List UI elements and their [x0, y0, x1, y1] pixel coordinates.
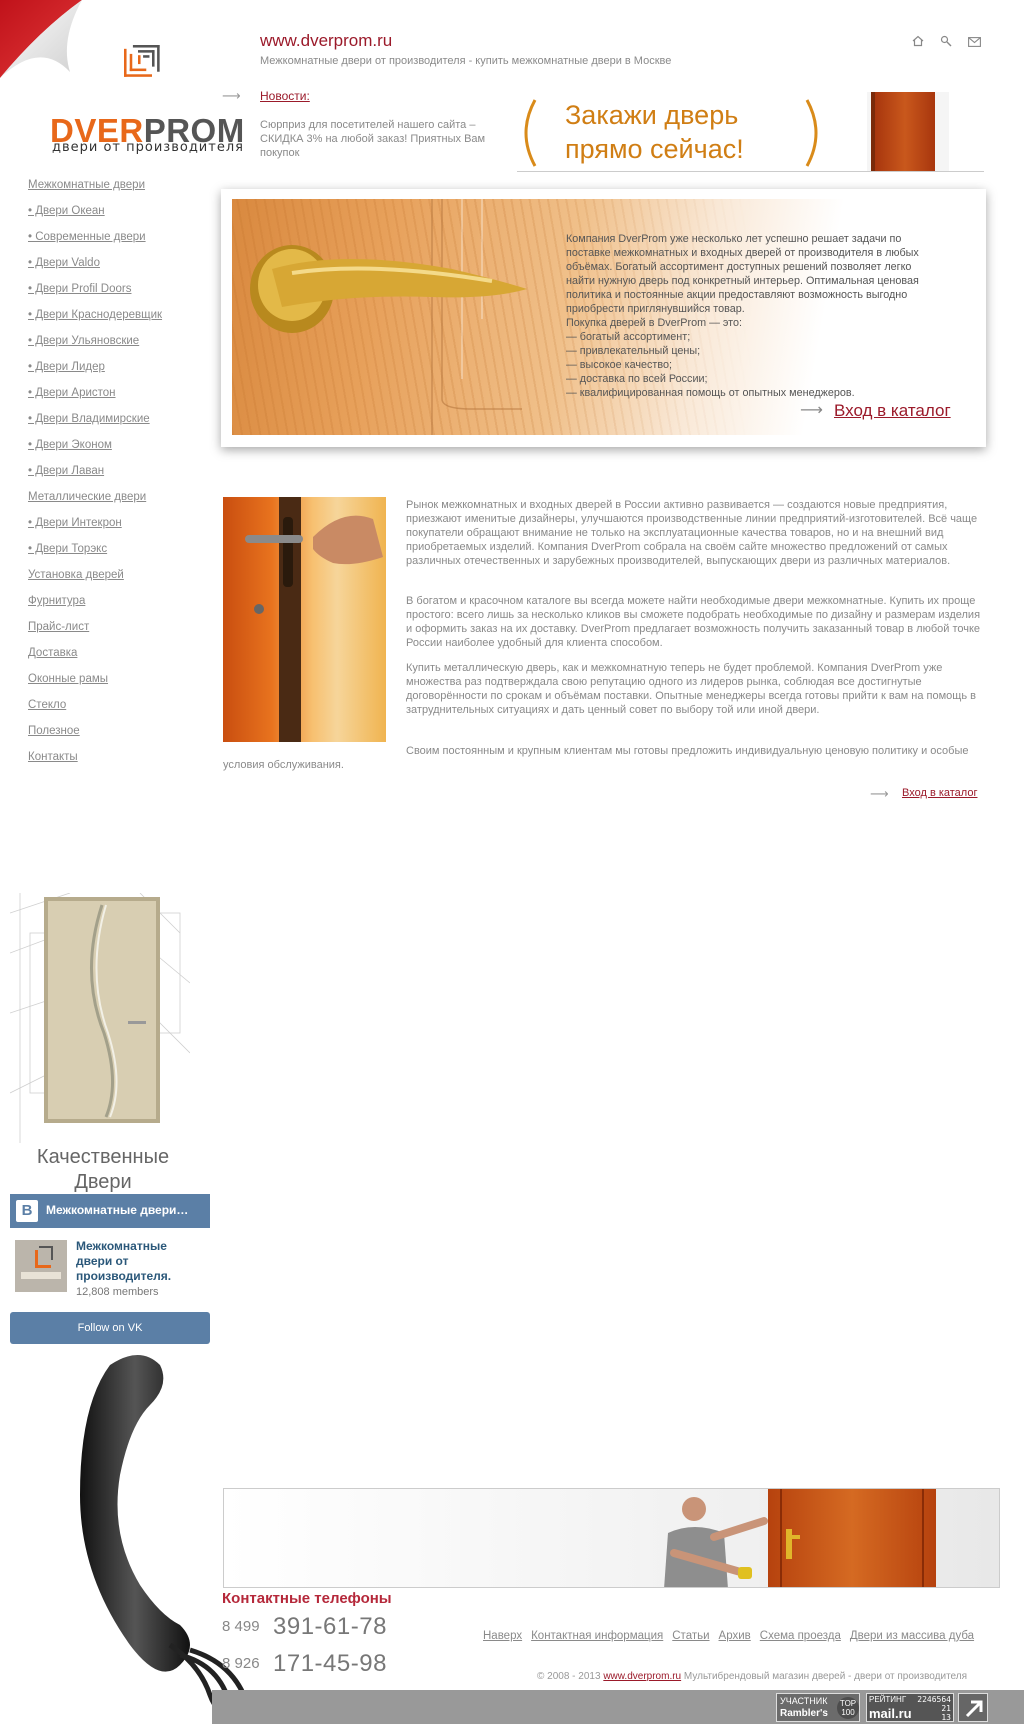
news-text: Сюрприз для посетителей нашего сайта – С… [260, 119, 486, 159]
left-nav-item[interactable]: Фурнитура [28, 592, 162, 618]
site-tagline: Межкомнатные двери от производителя - ку… [260, 55, 672, 67]
left-nav: Межкомнатные двери • Двери Океан • Совре… [28, 176, 162, 774]
door-image [867, 92, 949, 171]
door-hand-image [223, 497, 386, 742]
left-nav-item[interactable]: Металлические двери [28, 488, 162, 514]
article-paragraph-3: Купить металлическую дверь, как и межком… [406, 662, 976, 716]
catalog-link-article[interactable]: Вход в каталог [902, 787, 977, 799]
article-paragraph-2: В богатом и красочном каталоге вы всегда… [406, 595, 981, 649]
article-paragraph-1: Рынок межкомнатных и входных дверей в Ро… [406, 499, 978, 567]
left-nav-item[interactable]: • Двери Лаван [28, 462, 162, 488]
rambler-counter[interactable]: УЧАСТНИК Rambler's TOP 100 [776, 1693, 860, 1722]
left-nav-item[interactable]: • Двери Торэкс [28, 540, 162, 566]
left-nav-item[interactable]: • Современные двери [28, 228, 162, 254]
order-door-banner[interactable]: Закажи дверь прямо сейчас! [517, 92, 984, 172]
left-nav-item[interactable]: • Двери Эконом [28, 436, 162, 462]
site-url[interactable]: www.dverprom.ru [260, 31, 392, 51]
catalog-link-hero[interactable]: Вход в каталог [834, 401, 951, 421]
footer-link-contacts[interactable]: Контактная информация [531, 1630, 663, 1642]
copyright-link[interactable]: www.dverprom.ru [603, 1671, 681, 1682]
left-nav-item[interactable]: • Двери Profil Doors [28, 280, 162, 306]
footer-link-archive[interactable]: Архив [719, 1630, 751, 1642]
hero-description: Компания DverProm уже несколько лет успе… [566, 233, 919, 399]
left-nav-item[interactable]: Прайс-лист [28, 618, 162, 644]
vk-logo-icon: В [16, 1200, 38, 1222]
vk-widget: В Межкомнатные двери… Межкомнатные двери… [10, 1194, 210, 1344]
left-nav-item[interactable]: • Двери Краснодеревщик [28, 306, 162, 332]
footer-links: Наверх Контактная информация Статьи Архи… [483, 1630, 974, 1642]
left-nav-item[interactable]: Доставка [28, 644, 162, 670]
mail-icon[interactable] [968, 34, 982, 47]
left-nav-item[interactable]: Межкомнатные двери [28, 176, 162, 202]
article-paragraph-4: Своим постоянным и крупным клиентам мы г… [223, 745, 969, 771]
left-nav-item[interactable]: • Двери Интекрон [28, 514, 162, 540]
left-nav-item[interactable]: • Двери Океан [28, 202, 162, 228]
arrow-right-icon: ⟶ [222, 88, 241, 103]
vk-members-count: 12,808 members [76, 1286, 159, 1298]
news-link[interactable]: Новости: [260, 89, 310, 103]
left-nav-item[interactable]: Стекло [28, 696, 162, 722]
footer-link-top[interactable]: Наверх [483, 1630, 522, 1642]
left-nav-item[interactable]: • Двери Valdo [28, 254, 162, 280]
arrow-counter-icon[interactable] [958, 1693, 988, 1722]
installer-banner[interactable] [223, 1488, 1000, 1588]
search-icon[interactable] [940, 34, 954, 47]
mailru-counter[interactable]: РЕЙТИНГ mail.ru 2246564 21 13 [866, 1693, 954, 1722]
left-nav-item[interactable]: Полезное [28, 722, 162, 748]
phone-1-number: 391-61-78 [273, 1613, 387, 1640]
left-nav-item[interactable]: • Двери Лидер [28, 358, 162, 384]
vk-group-name[interactable]: Межкомнатные двери от производителя. [76, 1239, 206, 1284]
left-nav-item[interactable]: Контакты [28, 748, 162, 774]
phone-2-number: 171-45-98 [273, 1650, 387, 1677]
footer-link-oak-doors[interactable]: Двери из массива дуба [850, 1630, 974, 1642]
left-nav-item[interactable]: • Двери Ульяновские [28, 332, 162, 358]
contacts-title: Контактные телефоны [222, 1590, 392, 1607]
footer-link-directions[interactable]: Схема проезда [760, 1630, 841, 1642]
home-icon[interactable] [912, 34, 926, 47]
banner-headline: Закажи дверь прямо сейчас! [565, 98, 744, 166]
arrow-right-icon: ⟶ [800, 402, 823, 419]
left-nav-item[interactable]: Установка дверей [28, 566, 162, 592]
phone-1-code: 8 499 [222, 1618, 260, 1635]
installer-man-image [664, 1497, 768, 1587]
banner-line-2: прямо сейчас! [565, 134, 744, 164]
vk-follow-button[interactable]: Follow on VK [10, 1312, 210, 1344]
left-nav-item[interactable]: • Двери Аристон [28, 384, 162, 410]
banner-line-1: Закажи дверь [565, 100, 739, 130]
logo-subtitle: двери от производителя [52, 140, 244, 155]
door-image [768, 1489, 936, 1587]
phone-2-code: 8 926 [222, 1655, 260, 1672]
quality-doors-title: Качественные Двери [36, 1146, 170, 1193]
vk-widget-title: Межкомнатные двери… [46, 1203, 189, 1217]
left-nav-item[interactable]: • Двери Владимирские [28, 410, 162, 436]
arrow-right-icon: ⟶ [870, 786, 889, 801]
left-nav-item[interactable]: Оконные рамы [28, 670, 162, 696]
header-icons [912, 34, 982, 47]
vk-widget-header[interactable]: В Межкомнатные двери… [10, 1194, 210, 1228]
footer-link-articles[interactable]: Статьи [672, 1630, 709, 1642]
logo-icon[interactable] [50, 45, 240, 115]
avatar[interactable] [15, 1240, 67, 1292]
quality-door-image[interactable] [10, 893, 190, 1143]
copyright: © 2008 - 2013 www.dverprom.ru Мультибрен… [537, 1671, 968, 1682]
